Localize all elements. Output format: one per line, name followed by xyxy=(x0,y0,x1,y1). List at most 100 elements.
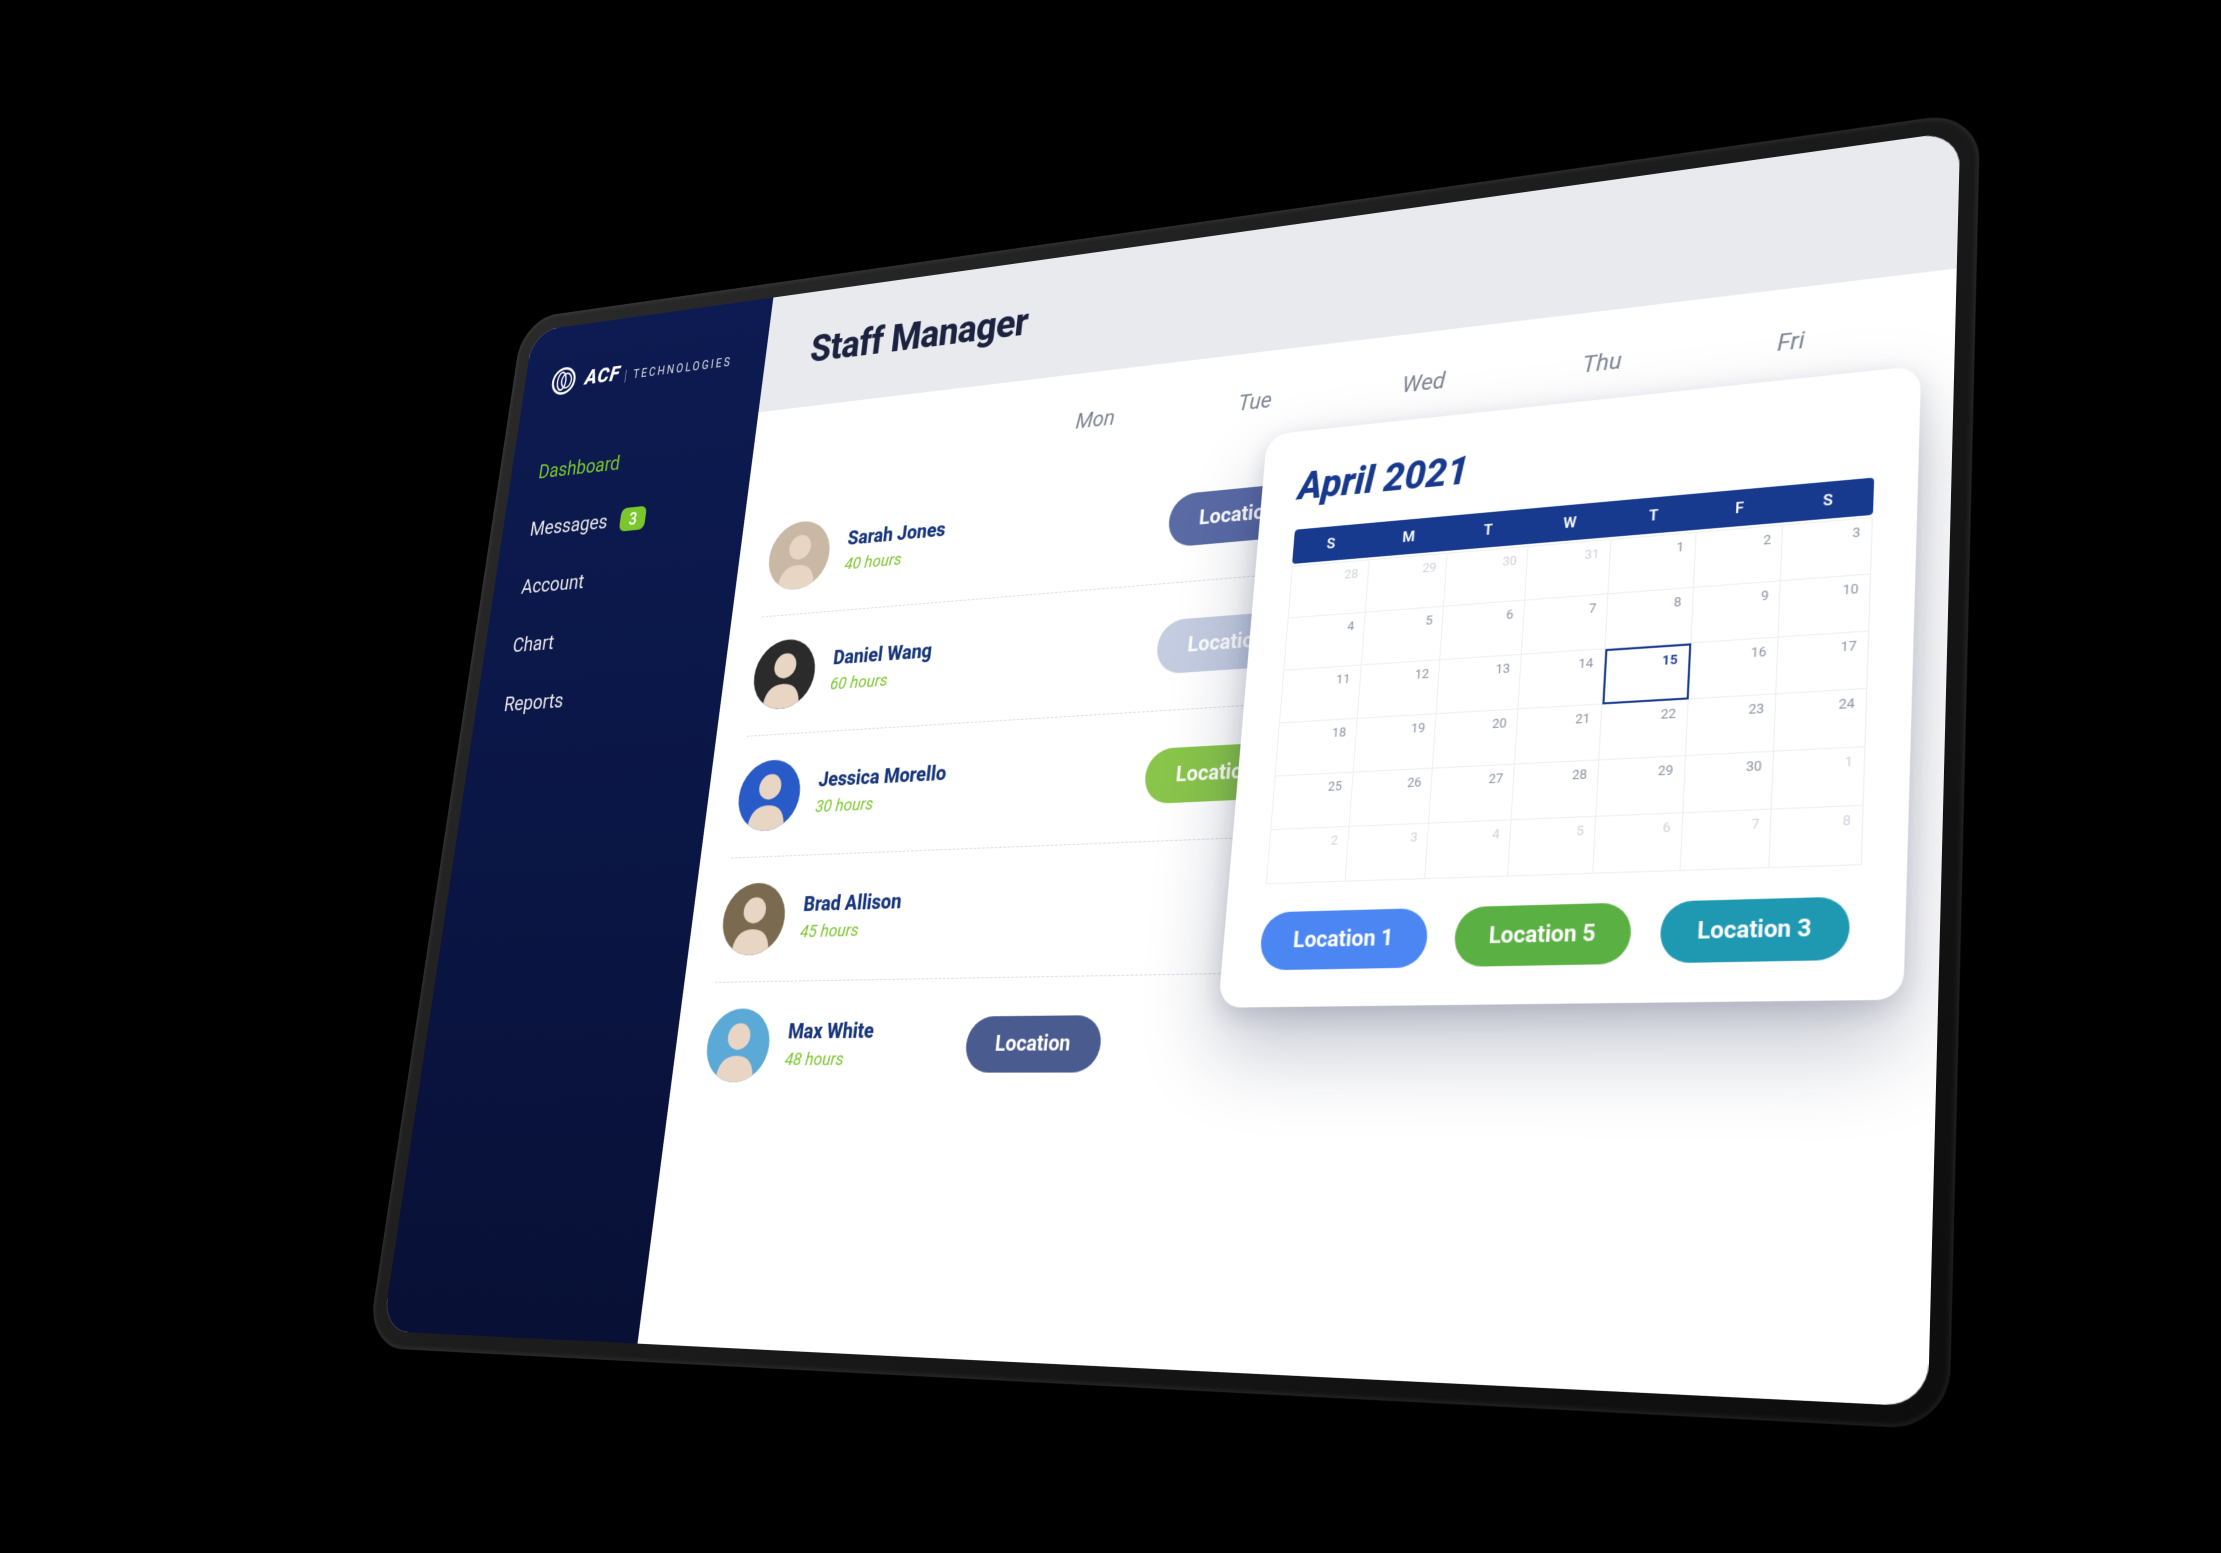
schedule-cell[interactable] xyxy=(1486,749,1675,759)
calendar-day[interactable]: 4 xyxy=(1284,612,1365,670)
calendar-location-pill[interactable]: Location 3 xyxy=(1659,896,1850,963)
calendar-day[interactable]: 11 xyxy=(1279,665,1361,723)
staff-cell: Brad Allison45 hours xyxy=(718,875,970,955)
sidebar-item-messages[interactable]: Messages3 xyxy=(528,498,717,541)
sidebar-item-label: Account xyxy=(520,569,586,598)
calendar-location-pill[interactable]: Location 1 xyxy=(1258,907,1428,969)
staff-name: Brad Allison xyxy=(802,890,903,917)
sidebar-badge: 3 xyxy=(618,505,647,531)
schedule-cell[interactable] xyxy=(1689,453,1885,471)
calendar-dow: F xyxy=(1695,485,1784,529)
sidebar-item-label: Chart xyxy=(511,630,555,657)
schedule-cell[interactable] xyxy=(1675,738,1876,748)
calendar-day[interactable]: 17 xyxy=(1776,631,1869,694)
calendar-day[interactable]: 18 xyxy=(1275,718,1357,776)
location-pill[interactable]: Location 4 xyxy=(1143,740,1304,804)
schedule-cell[interactable] xyxy=(1286,1041,1468,1042)
schedule-cell[interactable] xyxy=(993,647,1151,658)
calendar-day[interactable]: 28 xyxy=(1288,560,1369,618)
staff-hours: 45 hours xyxy=(799,917,899,941)
calendar-day[interactable]: 12 xyxy=(1357,660,1440,719)
calendar-day[interactable]: 2 xyxy=(1693,525,1783,587)
brand-sub: TECHNOLOGIES xyxy=(624,355,732,382)
calendar-day[interactable]: 30 xyxy=(1682,751,1773,813)
schedule-cell[interactable]: Location 4 xyxy=(1137,739,1310,803)
avatar xyxy=(702,1008,773,1082)
calendar-day[interactable]: 19 xyxy=(1353,714,1437,772)
calendar-day[interactable]: 30 xyxy=(1444,546,1528,606)
schedule-cell[interactable] xyxy=(1114,1042,1286,1043)
calendar-day[interactable]: 27 xyxy=(1429,764,1515,823)
schedule-cell[interactable]: Location 3 xyxy=(1149,607,1321,674)
schedule-cell[interactable] xyxy=(1504,472,1689,489)
calendar-day[interactable]: 23 xyxy=(1685,694,1776,756)
calendar-day[interactable]: 26 xyxy=(1349,768,1433,826)
calendar-day[interactable]: 24 xyxy=(1774,688,1867,751)
schedule-cell[interactable] xyxy=(1297,898,1477,903)
calendar-grid: 2829303112345678910111213141516171819202… xyxy=(1265,516,1872,883)
schedule-cell[interactable] xyxy=(1477,892,1668,897)
brand-logo-icon xyxy=(550,365,577,395)
sidebar-item-label: Reports xyxy=(502,688,565,716)
calendar-day[interactable]: 5 xyxy=(1508,816,1596,876)
calendar-day[interactable]: 10 xyxy=(1778,574,1870,637)
sidebar-item-reports[interactable]: Reports xyxy=(502,679,693,716)
sidebar-nav: DashboardMessages3AccountChartReports xyxy=(473,427,756,726)
calendar-day[interactable]: 5 xyxy=(1361,606,1444,665)
calendar-day[interactable]: 22 xyxy=(1599,699,1688,760)
calendar-day[interactable]: 8 xyxy=(1769,805,1863,867)
calendar-day[interactable]: 13 xyxy=(1436,654,1521,713)
calendar-location-pill[interactable]: Location 5 xyxy=(1452,902,1632,967)
calendar-day[interactable]: 7 xyxy=(1521,594,1607,654)
calendar-day[interactable]: 7 xyxy=(1680,809,1772,870)
calendar-day[interactable]: 21 xyxy=(1515,704,1602,764)
staff-name: Max White xyxy=(786,1019,874,1044)
calendar-day[interactable]: 14 xyxy=(1518,649,1605,709)
staff-row: Sarah Jones40 hoursLocation 2 xyxy=(761,385,1887,617)
schedule-cell[interactable]: Location 2 xyxy=(1161,478,1331,547)
calendar-day[interactable]: 6 xyxy=(1440,600,1525,660)
schedule-cell[interactable] xyxy=(1308,758,1486,767)
calendar-day[interactable]: 15 xyxy=(1602,643,1691,704)
schedule-cell[interactable] xyxy=(1318,622,1495,635)
calendar-day[interactable]: 29 xyxy=(1365,553,1448,612)
calendar-day[interactable]: 31 xyxy=(1525,539,1611,600)
staff-cell: Daniel Wang60 hours xyxy=(749,623,997,711)
calendar-dow: W xyxy=(1528,501,1613,544)
calendar-day[interactable]: 1 xyxy=(1608,532,1696,593)
calendar-day[interactable]: 16 xyxy=(1688,637,1779,699)
calendar-day[interactable]: 9 xyxy=(1690,581,1780,643)
sidebar-item-account[interactable]: Account xyxy=(520,557,710,598)
calendar-day[interactable]: 29 xyxy=(1596,756,1685,817)
schedule-cell[interactable] xyxy=(1495,609,1682,623)
schedule-cell[interactable] xyxy=(1127,903,1297,908)
schedule-cell[interactable] xyxy=(1468,1039,1661,1040)
screen: ACF TECHNOLOGIES DashboardMessages3Accou… xyxy=(382,130,1960,1406)
calendar-day[interactable]: 4 xyxy=(1425,820,1511,879)
schedule-cell[interactable] xyxy=(1661,1038,1867,1039)
calendar-dow: T xyxy=(1447,508,1530,550)
calendar-day[interactable]: 3 xyxy=(1781,517,1873,580)
schedule-cell[interactable] xyxy=(1006,521,1163,536)
location-pill[interactable]: Location xyxy=(962,1014,1103,1072)
schedule-cell[interactable] xyxy=(1682,594,1881,608)
schedule-cell[interactable] xyxy=(1669,886,1872,892)
calendar-day[interactable]: 20 xyxy=(1433,709,1518,768)
calendar-day[interactable]: 28 xyxy=(1511,760,1599,820)
calendar-day[interactable]: 1 xyxy=(1771,747,1865,809)
schedule-cell[interactable] xyxy=(980,776,1139,784)
location-pill[interactable]: Location 2 xyxy=(1166,479,1324,547)
calendar-day[interactable]: 2 xyxy=(1266,826,1349,883)
calendar-day[interactable]: 6 xyxy=(1592,813,1682,874)
avatar xyxy=(718,881,788,955)
schedule-cell[interactable] xyxy=(1329,489,1504,505)
staff-cell: Max White48 hours xyxy=(702,1005,956,1082)
location-pill[interactable]: Location 3 xyxy=(1155,608,1315,674)
sidebar-item-chart[interactable]: Chart xyxy=(511,618,702,657)
calendar-day[interactable]: 3 xyxy=(1345,823,1429,881)
calendar-day[interactable]: 8 xyxy=(1605,587,1693,648)
calendar-dow-row: SMTWTFS xyxy=(1292,477,1874,563)
schedule-cell[interactable]: Location xyxy=(949,1014,1117,1072)
calendar-day[interactable]: 25 xyxy=(1271,772,1353,829)
schedule-cell[interactable] xyxy=(966,908,1127,913)
